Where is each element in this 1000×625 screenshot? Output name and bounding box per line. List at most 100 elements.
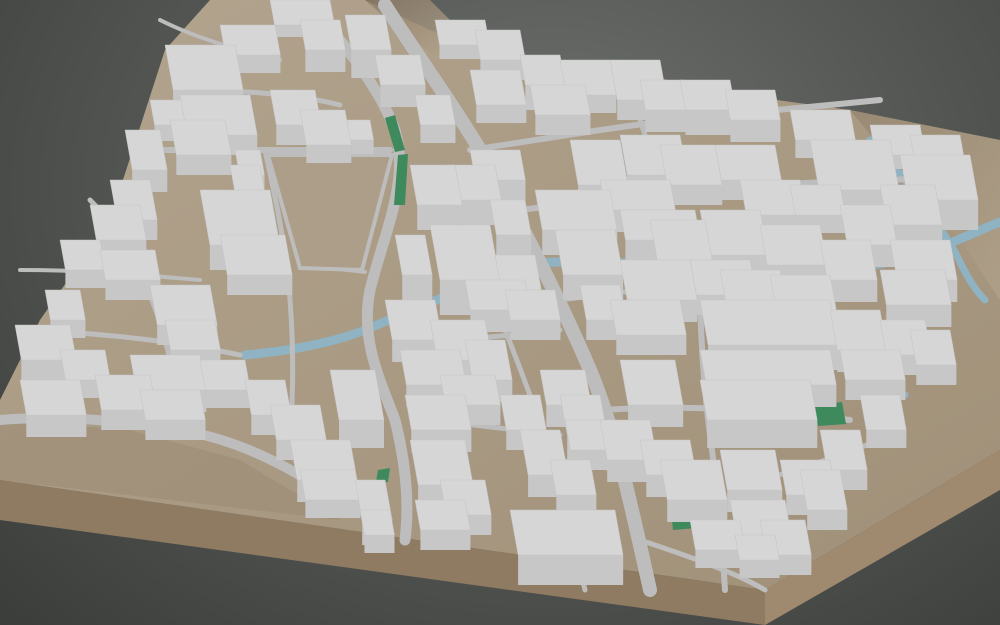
building-front-face: [645, 110, 691, 132]
building-roof: [554, 229, 624, 276]
building: [839, 349, 906, 400]
building-roof: [529, 84, 591, 116]
building-roof: [809, 139, 900, 191]
building: [859, 394, 907, 448]
building-roof: [699, 379, 818, 421]
building-front-face: [866, 430, 907, 448]
map-viewport[interactable]: [0, 0, 1000, 625]
building-roof: [414, 94, 456, 126]
building-roof: [879, 269, 952, 306]
building-front-face: [306, 145, 352, 163]
building-front-face: [420, 125, 456, 143]
building-roof: [474, 29, 526, 61]
building-roof: [19, 379, 87, 416]
building-front-face: [348, 140, 374, 154]
building-roof: [734, 534, 780, 561]
building-roof: [489, 199, 532, 236]
building-front-face: [518, 555, 624, 585]
building-front-face: [65, 270, 106, 288]
building: [19, 379, 87, 437]
building-roof: [149, 284, 218, 326]
building-roof: [299, 19, 346, 51]
building-roof: [649, 219, 713, 261]
building-front-face: [364, 535, 395, 553]
building: [549, 459, 597, 517]
building-roof: [329, 369, 385, 421]
building-roof: [299, 469, 361, 501]
building-front-face: [827, 280, 878, 302]
building-roof: [789, 184, 846, 216]
building-roof: [659, 459, 728, 501]
building-front-face: [807, 510, 848, 530]
building-roof: [464, 339, 513, 381]
building-front-face: [205, 390, 251, 408]
building-roof: [719, 449, 783, 491]
building: [219, 234, 293, 295]
building-front-face: [26, 415, 87, 437]
building-front-face: [707, 420, 818, 448]
building: [414, 94, 456, 143]
building-roof: [89, 204, 147, 241]
building: [299, 469, 361, 518]
building-roof: [759, 224, 828, 266]
building-roof: [659, 144, 723, 186]
building-roof: [839, 204, 898, 246]
building-front-face: [510, 320, 561, 340]
building-roof: [714, 144, 782, 181]
building: [414, 499, 471, 550]
building-roof: [269, 404, 327, 441]
building-front-face: [616, 335, 687, 355]
building: [504, 289, 561, 340]
building-roof: [164, 44, 244, 91]
building: [724, 89, 781, 142]
building-roof: [509, 509, 624, 556]
city-model-scene[interactable]: [0, 0, 1000, 625]
building-roof: [169, 119, 232, 156]
building-front-face: [145, 420, 206, 440]
building: [299, 109, 352, 163]
building-front-face: [402, 275, 433, 303]
building: [909, 329, 957, 385]
building-roof: [44, 289, 86, 321]
building-front-face: [695, 550, 746, 568]
building-roof: [519, 54, 566, 86]
building-roof: [619, 259, 698, 301]
building: [59, 239, 106, 288]
building-front-face: [420, 530, 471, 550]
building-roof: [374, 54, 426, 86]
building-front-face: [305, 50, 346, 72]
building: [169, 119, 232, 175]
building-front-face: [685, 110, 736, 135]
building-roof: [164, 319, 221, 351]
building-roof: [909, 329, 957, 366]
building-roof: [359, 509, 395, 536]
building-roof: [99, 249, 161, 281]
building-roof: [609, 299, 687, 336]
building-roof: [414, 499, 471, 531]
building-roof: [819, 239, 878, 281]
building: [359, 509, 395, 553]
building: [509, 509, 624, 585]
building-roof: [839, 349, 906, 381]
building-roof: [404, 394, 472, 431]
building-roof: [549, 459, 597, 496]
building-front-face: [305, 500, 361, 518]
building-front-face: [730, 120, 781, 142]
building: [139, 389, 206, 440]
building-roof: [699, 299, 839, 346]
building: [619, 359, 684, 427]
building: [879, 269, 952, 327]
building-roof: [504, 289, 561, 321]
building: [299, 19, 346, 72]
building-front-face: [916, 365, 957, 385]
building: [679, 79, 736, 135]
building-front-face: [535, 115, 591, 135]
building-front-face: [739, 560, 780, 578]
building-roof: [829, 309, 888, 351]
building-front-face: [476, 105, 527, 123]
building-roof: [59, 239, 106, 271]
building-front-face: [667, 185, 723, 205]
building-roof: [409, 164, 463, 206]
building-front-face: [227, 275, 293, 295]
building-roof: [139, 389, 206, 421]
